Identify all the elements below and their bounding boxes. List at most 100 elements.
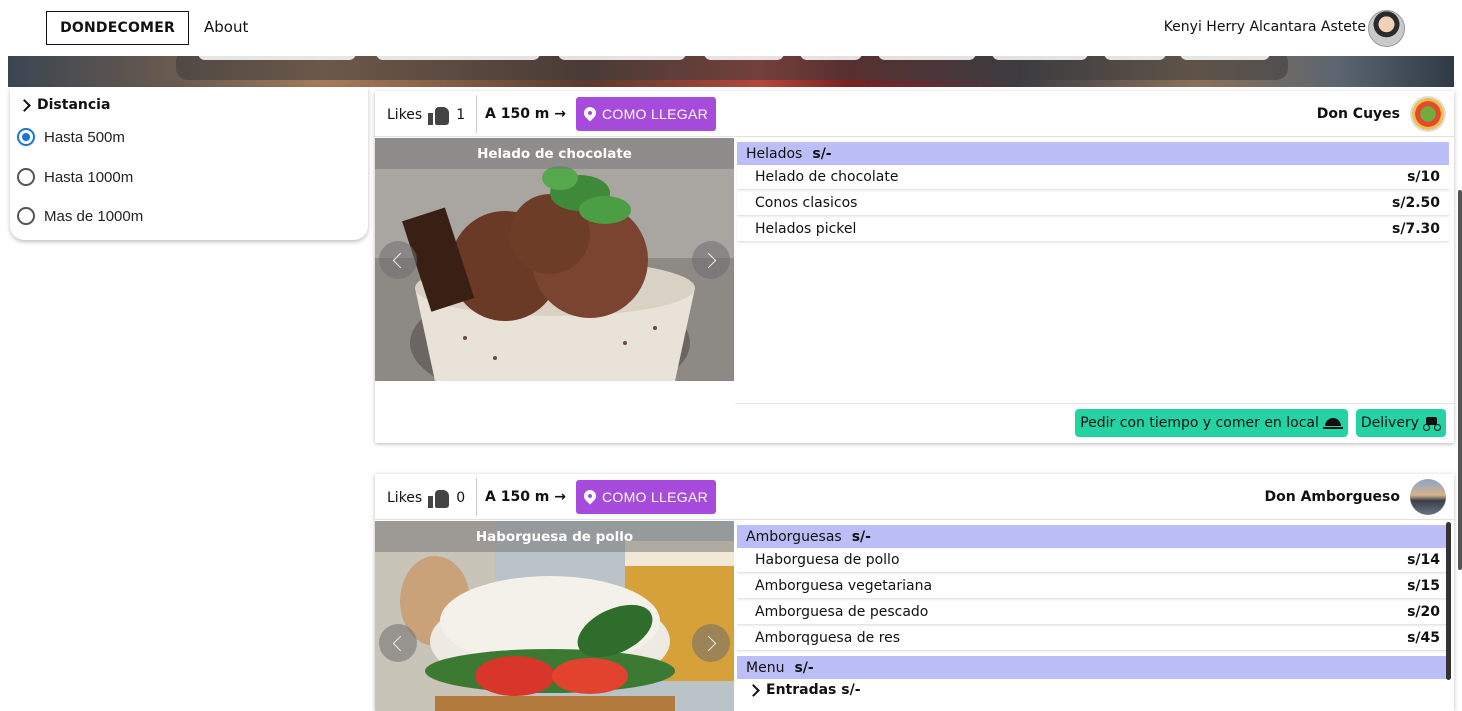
delivery-button[interactable]: Delivery	[1355, 409, 1446, 437]
category-chip[interactable]	[1180, 56, 1270, 60]
menu-category-header[interactable]: Helados s/-	[737, 142, 1449, 165]
menu-category-header[interactable]: Amborguesas s/-	[737, 525, 1449, 548]
likes-label: Likes	[387, 107, 423, 123]
directions-button[interactable]: COMO LLEGAR	[576, 97, 716, 131]
radio-option-1000m[interactable]: Hasta 1000m	[17, 168, 133, 186]
delivery-label: Delivery	[1360, 415, 1419, 431]
radio-icon[interactable]	[17, 207, 35, 225]
restaurant-name[interactable]: Don Cuyes	[1317, 106, 1400, 122]
category-price: s/-	[851, 528, 871, 545]
menu-item[interactable]: Helado de chocolate s/10	[737, 165, 1449, 190]
category-chip[interactable]	[1104, 56, 1166, 60]
chevron-right-icon	[747, 683, 760, 697]
location-pin-icon	[581, 487, 599, 505]
divider	[735, 403, 1454, 404]
carousel-next-button[interactable]	[692, 241, 730, 279]
carousel-prev-button[interactable]	[379, 624, 417, 662]
category-name: Amborguesas	[746, 528, 842, 545]
menu-category-header[interactable]: Menu s/-	[737, 656, 1449, 679]
category-chip[interactable]	[198, 56, 356, 60]
category-chip[interactable]	[376, 56, 540, 60]
menu-item[interactable]: Amborguesa vegetariana s/15	[737, 574, 1449, 599]
filter-title: Distancia	[37, 97, 111, 113]
restaurant-logo[interactable]	[1410, 479, 1446, 515]
brand-logo-button[interactable]: DONDECOMER	[46, 11, 189, 45]
carousel-next-button[interactable]	[692, 624, 730, 662]
dish-photo-caption: Haborguesa de pollo	[375, 521, 734, 552]
category-chip[interactable]	[992, 56, 1088, 60]
menu-item-price: s/2.50	[1392, 195, 1440, 211]
chevron-right-icon	[700, 252, 717, 268]
directions-label: COMO LLEGAR	[602, 106, 708, 122]
menu-item-name: Helados pickel	[755, 221, 857, 237]
likes-counter[interactable]: Likes 1	[387, 105, 465, 125]
dish-photo-caption: Helado de chocolate	[375, 138, 734, 169]
order-eat-local-button[interactable]: Pedir con tiempo y comer en local	[1075, 409, 1348, 437]
location-pin-icon	[581, 104, 599, 122]
distance-label: A 150 m →	[485, 106, 566, 122]
category-chip[interactable]	[878, 56, 976, 60]
menu-item[interactable]: Conos clasicos s/2.50	[737, 191, 1449, 216]
category-chip[interactable]	[558, 56, 686, 60]
menu-item-name: Amborqguesa de res	[755, 630, 901, 646]
menu-item-price: s/15	[1407, 578, 1440, 594]
ice-cream-photo	[375, 138, 734, 381]
distance-filter-toggle[interactable]: Distancia	[18, 97, 111, 113]
likes-count: 0	[456, 490, 466, 506]
about-link[interactable]: About	[204, 18, 248, 36]
food-tray-icon	[1322, 417, 1343, 429]
category-price: s/-	[794, 659, 814, 676]
category-name: Helados	[746, 145, 803, 162]
order-eat-local-label: Pedir con tiempo y comer en local	[1080, 415, 1319, 431]
menu-item-price: s/45	[1407, 630, 1440, 646]
likes-label: Likes	[387, 490, 423, 506]
menu-item-name: Amborguesa de pescado	[755, 604, 929, 620]
category-name: Menu	[746, 659, 785, 676]
restaurant-card-header: Likes 0 A 150 m → COMO LLEGAR Don Amborg…	[375, 474, 1454, 520]
radio-label: Mas de 1000m	[44, 207, 144, 225]
menu-item[interactable]: Helados pickel s/7.30	[737, 217, 1449, 242]
top-navbar: DONDECOMER About Kenyi Herry Alcantara A…	[0, 0, 1462, 56]
chevron-left-icon	[392, 635, 409, 651]
distance-filter-card: Distancia Hasta 500m Hasta 1000m Mas de …	[10, 87, 368, 240]
user-name[interactable]: Kenyi Herry Alcantara Astete	[1164, 19, 1366, 35]
chevron-right-icon	[700, 635, 717, 651]
radio-option-more-1000m[interactable]: Mas de 1000m	[17, 207, 143, 225]
menu-subcategory-toggle[interactable]: Entradas s/-	[737, 679, 1449, 701]
menu-item-name: Conos clasicos	[755, 195, 858, 211]
page-scrollbar[interactable]	[1458, 190, 1462, 570]
restaurant-card: Likes 0 A 150 m → COMO LLEGAR Don Amborg…	[375, 474, 1454, 711]
likes-count: 1	[456, 107, 466, 123]
dish-photo-carousel: Helado de chocolate	[375, 138, 734, 381]
subcategory-label: Entradas s/-	[766, 682, 861, 698]
menu-item[interactable]: Haborguesa de pollo s/14	[737, 548, 1449, 573]
restaurant-card-header: Likes 1 A 150 m → COMO LLEGAR Don Cuyes	[375, 91, 1454, 137]
divider	[476, 478, 477, 516]
divider	[476, 95, 477, 133]
likes-counter[interactable]: Likes 0	[387, 488, 465, 508]
category-chip[interactable]	[704, 56, 784, 60]
menu-scrollbar[interactable]	[1446, 522, 1451, 680]
category-chip[interactable]	[800, 56, 862, 60]
restaurant-card: Likes 1 A 150 m → COMO LLEGAR Don Cuyes	[375, 91, 1454, 443]
hero-banner	[8, 56, 1454, 87]
chevron-right-icon	[18, 98, 31, 112]
avatar[interactable]	[1368, 10, 1405, 47]
carousel-prev-button[interactable]	[379, 241, 417, 279]
restaurant-name[interactable]: Don Amborgueso	[1265, 489, 1400, 505]
motorcycle-icon	[1423, 416, 1441, 431]
menu-item[interactable]: Amborguesa de pescado s/20	[737, 600, 1449, 625]
menu-item-price: s/20	[1407, 604, 1440, 620]
restaurant-logo[interactable]	[1410, 96, 1446, 132]
radio-icon[interactable]	[17, 168, 35, 186]
menu-item[interactable]: Amborqguesa de res s/45	[737, 626, 1449, 651]
distance-label: A 150 m →	[485, 489, 566, 505]
directions-label: COMO LLEGAR	[602, 489, 708, 505]
thumbs-up-icon[interactable]	[428, 488, 450, 508]
radio-icon[interactable]	[17, 128, 35, 146]
category-price: s/-	[812, 145, 832, 162]
radio-label: Hasta 500m	[44, 128, 125, 146]
radio-option-500m[interactable]: Hasta 500m	[17, 128, 125, 146]
thumbs-up-icon[interactable]	[428, 105, 450, 125]
directions-button[interactable]: COMO LLEGAR	[576, 480, 716, 514]
